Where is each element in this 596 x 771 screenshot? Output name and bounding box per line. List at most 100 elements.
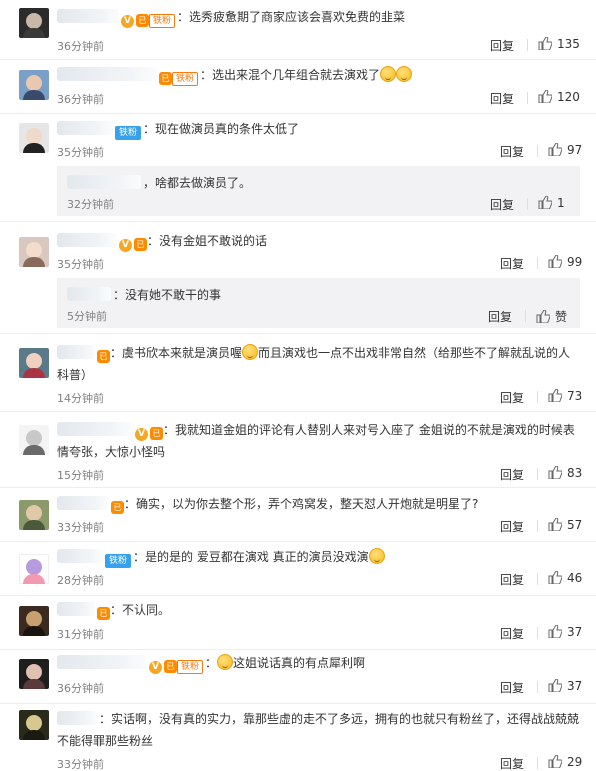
comment-body: 已铁粉 ：选出来混个几年组合就去演戏了 [57,64,580,86]
comment-body: V 已铁粉 ：选秀疲惫期了商家应该会喜欢免费的韭菜 [57,6,580,28]
username[interactable] [57,422,133,436]
reply-button[interactable]: 回复 [488,308,512,325]
comment-body: 已：不认同。 [57,599,580,621]
like-count: 120 [557,90,580,104]
comment-time: 14分钟前 [57,392,104,405]
username[interactable] [57,711,97,725]
comment-body: 已：确实，以为你去整个形，弄个鸡窝发，整天怼人开炮就是明星了? [57,493,580,515]
fan-badge: 铁粉 [172,72,199,86]
comment-item: 已：不认同。 31分钟前 回复 37 [0,596,596,650]
level-badge: 已 [134,238,147,251]
thumb-up-icon [548,255,562,268]
reply-button[interactable]: 回复 [500,679,524,696]
reply-button[interactable]: 回复 [500,518,524,535]
like-button[interactable]: 97 [548,143,582,157]
sub-reply: ，啥都去做演员了。 32分钟前 回复 1 [57,166,580,216]
like-button[interactable]: 46 [548,571,582,585]
like-button[interactable]: 73 [548,389,582,403]
like-button[interactable]: 99 [548,255,582,269]
reply-button[interactable]: 回复 [490,37,514,54]
fan-badge: 铁粉 [177,660,204,674]
thumb-up-icon [538,37,552,50]
avatar[interactable] [19,123,49,153]
like-button[interactable]: 83 [548,466,582,480]
reply-button[interactable]: 回复 [500,755,524,771]
avatar[interactable] [19,710,49,740]
like-button[interactable]: 37 [548,679,582,693]
emoji-icon [380,66,397,82]
like-button[interactable]: 120 [538,90,580,104]
comment-item: V 已：我就知道金姐的评论有人替别人来对号入座了 金姐说的不就是演戏的时候表情夸张… [0,412,596,488]
avatar[interactable] [19,8,49,38]
emoji-icon [242,344,259,360]
like-button[interactable]: 赞 [536,308,567,325]
like-count: 29 [567,755,583,769]
thumb-up-icon [548,625,562,638]
like-count: 赞 [555,310,568,324]
avatar[interactable] [19,606,49,636]
like-count: 1 [557,196,565,210]
username[interactable] [57,233,117,247]
thumb-up-icon [548,389,562,402]
username[interactable] [57,67,157,81]
username[interactable] [57,602,95,616]
comment-time: 36分钟前 [57,40,104,53]
reply-button[interactable]: 回复 [490,90,514,107]
comment-body: 铁粉 ：是的是的 爱豆都在演戏 真正的演员没戏演 [57,546,580,568]
like-count: 37 [567,679,583,693]
emoji-icon [396,66,413,82]
comment-item: V 已铁粉 ：选秀疲惫期了商家应该会喜欢免费的韭菜 36分钟前 回复 135 [0,0,596,60]
reply-button[interactable]: 回复 [500,255,524,272]
comment-item: 已：虞书欣本来就是演员喔 而且演戏也一点不出戏非常自然（给那些不了解就乱说的人科普… [0,334,596,412]
comment-text: 是的是的 爱豆都在演戏 真正的演员没戏演 [145,550,369,564]
verified-badge: V [119,239,132,252]
fan-badge: 铁粉 [105,554,132,568]
username[interactable] [57,496,109,510]
avatar[interactable] [19,425,49,455]
username[interactable] [57,549,103,563]
comment-body: 铁粉 ：现在做演员真的条件太低了 [57,118,580,140]
comment-text: 我就知道金姐的评论有人替别人来对号入座了 金姐说的不就是演戏的时候表情夸张，大惊… [57,423,575,459]
username[interactable] [57,655,147,669]
comment-item: 已铁粉 ：选出来混个几年组合就去演戏了 36分钟前 回复 120 [0,60,596,114]
reply-button[interactable]: 回复 [500,571,524,588]
comment-time: 28分钟前 [57,574,104,587]
comment-time: 33分钟前 [57,521,104,534]
avatar[interactable] [19,237,49,267]
comment-item: 已：确实，以为你去整个形，弄个鸡窝发，整天怼人开炮就是明星了? 33分钟前 回复… [0,488,596,542]
reply-button[interactable]: 回复 [500,389,524,406]
reply-button[interactable]: 回复 [500,625,524,642]
avatar[interactable] [19,659,49,689]
avatar[interactable] [19,348,49,378]
like-button[interactable]: 29 [548,755,582,769]
comment-item: V 已：没有金姐不敢说的话 35分钟前 回复 99 ：没有她不敢干的事 5分钟前 … [0,222,596,334]
comment-item: 铁粉 ：是的是的 爱豆都在演戏 真正的演员没戏演 28分钟前 回复 46 [0,542,596,596]
comment-body: 已：虞书欣本来就是演员喔 而且演戏也一点不出戏非常自然（给那些不了解就乱说的人科普… [57,344,571,382]
reply-button[interactable]: 回复 [500,466,524,483]
avatar[interactable] [19,70,49,100]
level-badge: 已 [111,501,124,514]
comment-time: 35分钟前 [57,258,104,271]
username[interactable] [67,175,141,189]
thumb-up-icon [538,196,552,209]
like-button[interactable]: 135 [538,37,580,51]
avatar[interactable] [19,500,49,530]
username[interactable] [57,121,113,135]
username[interactable] [57,9,119,23]
like-button[interactable]: 37 [548,625,582,639]
avatar[interactable] [19,554,49,584]
comment-time: 36分钟前 [57,682,104,695]
comment-text: 这姐说话真的有点犀利啊 [233,656,366,670]
comment-body: V 已：没有金姐不敢说的话 [57,230,580,252]
level-badge: 已 [97,350,110,363]
comment-time: 33分钟前 [57,758,104,771]
username[interactable] [67,287,111,301]
comment-text: 选出来混个几年组合就去演戏了 [212,68,381,82]
reply-button[interactable]: 回复 [490,196,514,213]
comment-body: V 已铁粉：这姐说话真的有点犀利啊 [57,652,580,674]
username[interactable] [57,345,95,359]
like-button[interactable]: 57 [548,518,582,532]
like-count: 99 [567,255,583,269]
like-button[interactable]: 1 [538,196,565,210]
reply-button[interactable]: 回复 [500,143,524,160]
